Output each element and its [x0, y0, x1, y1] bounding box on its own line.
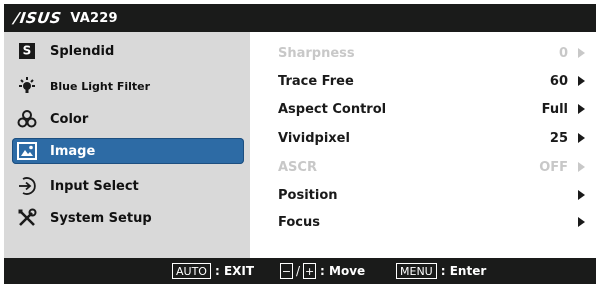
slash-separator: /	[296, 264, 301, 278]
menu-item-color[interactable]: Color	[12, 106, 244, 132]
setting-row-position[interactable]: Position	[278, 184, 586, 206]
image-icon	[16, 140, 38, 162]
svg-text:S: S	[23, 44, 32, 58]
setting-label: Focus	[278, 214, 320, 230]
menu-item-label: Image	[50, 143, 96, 159]
setting-value: 60	[549, 73, 568, 89]
arrow-right-icon	[576, 161, 586, 173]
menu-item-system-setup[interactable]: System Setup	[12, 205, 244, 231]
color-circles-icon	[16, 108, 38, 130]
input-arrow-icon	[16, 175, 38, 197]
setting-label: Vividpixel	[278, 130, 350, 146]
arrow-right-icon	[576, 75, 586, 87]
menu-item-splendid[interactable]: S Splendid	[12, 38, 244, 64]
setting-row-aspect-control[interactable]: Aspect Control Full	[278, 98, 586, 120]
setting-label: Sharpness	[278, 45, 355, 61]
setting-row-trace-free[interactable]: Trace Free 60	[278, 70, 586, 92]
setting-label: ASCR	[278, 159, 317, 175]
exit-label: : EXIT	[214, 264, 255, 278]
settings-panel: Sharpness 0 Trace Free 60 Aspect Control…	[250, 32, 596, 258]
monitor-osd-menu: /ISUS VA229 S Splendid Blue Light Filter…	[0, 0, 600, 288]
setting-row-vividpixel[interactable]: Vividpixel 25	[278, 127, 586, 149]
auto-key[interactable]: AUTO	[172, 263, 211, 279]
hint-enter: MENU : Enter	[396, 263, 486, 279]
bottom-hint-bar: AUTO : EXIT − / + : Move MENU : Enter	[4, 258, 596, 284]
menu-item-label: Splendid	[50, 43, 115, 59]
setting-label: Aspect Control	[278, 101, 387, 117]
minus-key[interactable]: −	[280, 263, 293, 279]
setting-row-focus[interactable]: Focus	[278, 211, 586, 233]
menu-item-label: System Setup	[50, 210, 152, 226]
setting-row-sharpness[interactable]: Sharpness 0	[278, 42, 586, 64]
menu-key[interactable]: MENU	[396, 263, 437, 279]
arrow-right-icon	[576, 189, 586, 201]
plus-key[interactable]: +	[303, 263, 317, 279]
setting-row-ascr[interactable]: ASCR OFF	[278, 156, 586, 178]
menu-item-image[interactable]: Image	[12, 138, 244, 164]
setting-value: 0	[558, 45, 568, 61]
tools-icon	[16, 207, 38, 229]
menu-item-label: Color	[50, 111, 89, 127]
enter-label: : Enter	[440, 264, 487, 278]
hint-exit: AUTO : EXIT	[172, 263, 254, 279]
arrow-right-icon	[576, 103, 586, 115]
move-label: : Move	[320, 264, 366, 278]
brand: /ISUS VA229	[12, 4, 118, 32]
splendid-s-icon: S	[16, 40, 38, 62]
hint-move: − / + : Move	[280, 263, 365, 279]
title-bar: /ISUS VA229	[4, 4, 596, 32]
setting-value: OFF	[539, 159, 568, 175]
model-name: VA229	[70, 10, 118, 26]
setting-value: Full	[541, 101, 568, 117]
setting-value: 25	[549, 130, 568, 146]
bulb-icon	[16, 75, 38, 97]
main-menu: S Splendid Blue Light Filter Color Image…	[4, 32, 250, 258]
menu-item-label: Input Select	[50, 178, 139, 194]
asus-logo: /ISUS	[12, 9, 63, 27]
arrow-right-icon	[576, 132, 586, 144]
menu-item-label: Blue Light Filter	[50, 79, 151, 93]
setting-label: Position	[278, 187, 338, 203]
setting-label: Trace Free	[278, 73, 354, 89]
arrow-right-icon	[576, 216, 586, 228]
menu-item-blue-light-filter[interactable]: Blue Light Filter	[12, 73, 244, 99]
arrow-right-icon	[576, 47, 586, 59]
menu-item-input-select[interactable]: Input Select	[12, 173, 244, 199]
